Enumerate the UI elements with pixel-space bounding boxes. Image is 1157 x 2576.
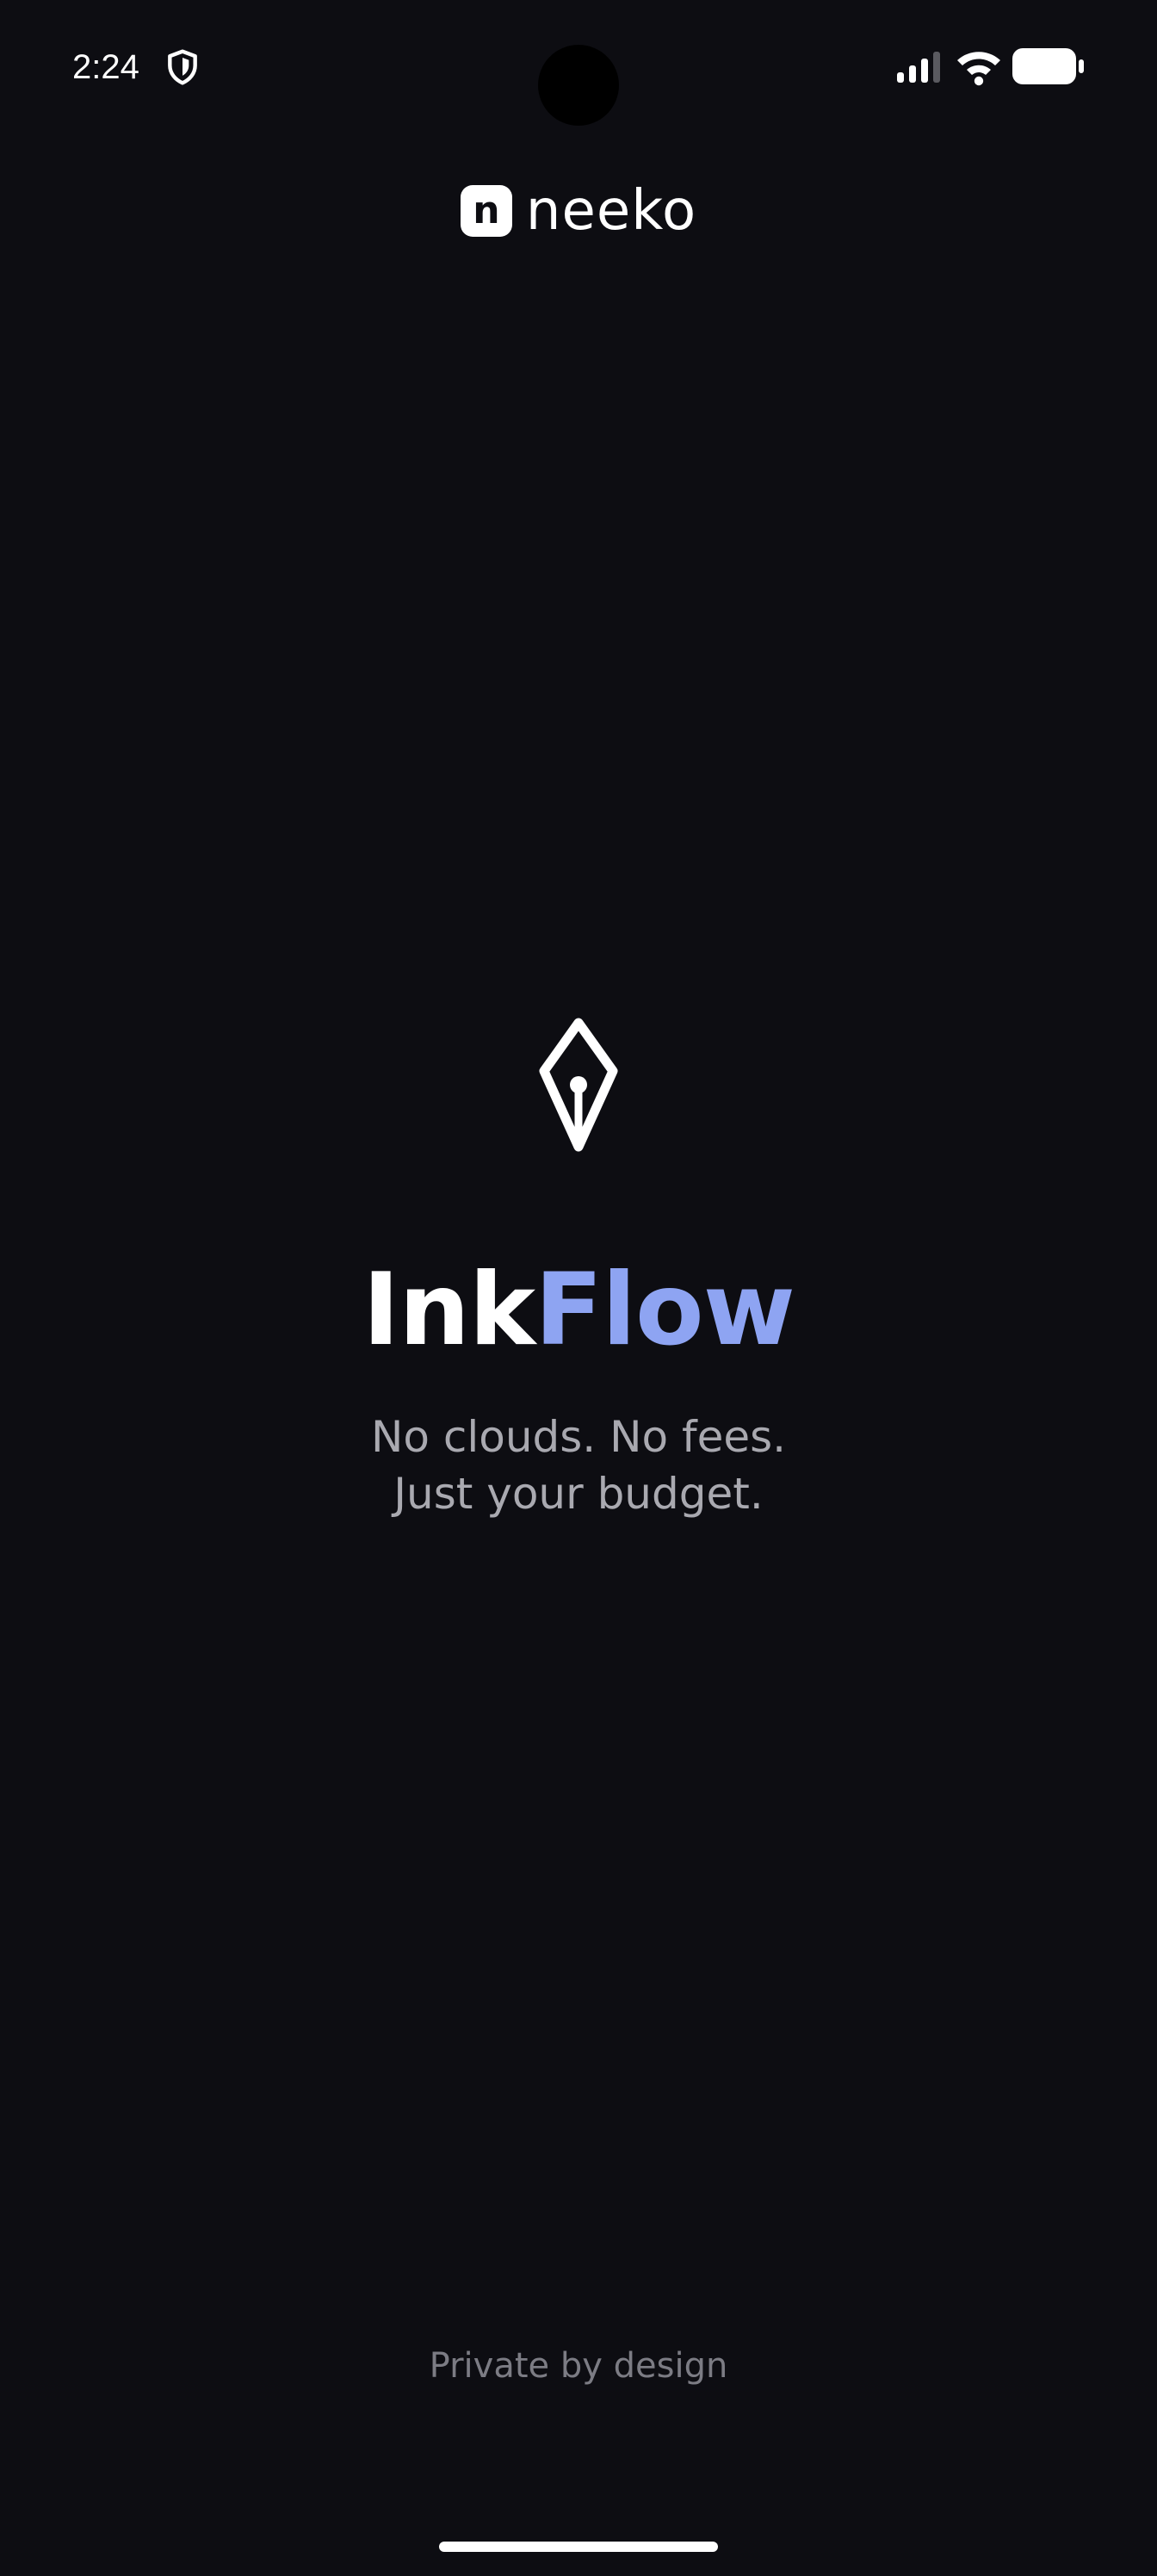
camera-cutout xyxy=(538,45,619,126)
brand-header: n neeko xyxy=(0,172,1157,250)
shield-icon xyxy=(168,49,197,85)
battery-icon xyxy=(1012,48,1084,84)
brand-logo: n neeko xyxy=(460,176,697,245)
tagline-line-1: No clouds. No fees. xyxy=(370,1412,787,1462)
brand-name: neeko xyxy=(525,179,697,243)
home-indicator[interactable] xyxy=(439,2542,718,2552)
tagline-line-2: Just your budget. xyxy=(393,1469,764,1519)
footer-privacy-text: Private by design xyxy=(429,2346,728,2386)
status-time: 2:24 xyxy=(72,48,139,86)
app-title: InkFlow xyxy=(362,1250,795,1371)
pen-nib-icon xyxy=(539,1018,618,1152)
brand-mark-icon: n xyxy=(460,185,512,237)
app-title-ink: Ink xyxy=(362,1252,535,1368)
hero-section: InkFlow No clouds. No fees. Just your bu… xyxy=(0,1016,1157,1522)
status-bar: 2:24 xyxy=(0,0,1157,138)
wifi-icon xyxy=(957,52,1000,86)
signal-icon xyxy=(897,52,940,83)
app-title-flow: Flow xyxy=(535,1252,795,1368)
tagline: No clouds. No fees. Just your budget. xyxy=(371,1409,786,1522)
